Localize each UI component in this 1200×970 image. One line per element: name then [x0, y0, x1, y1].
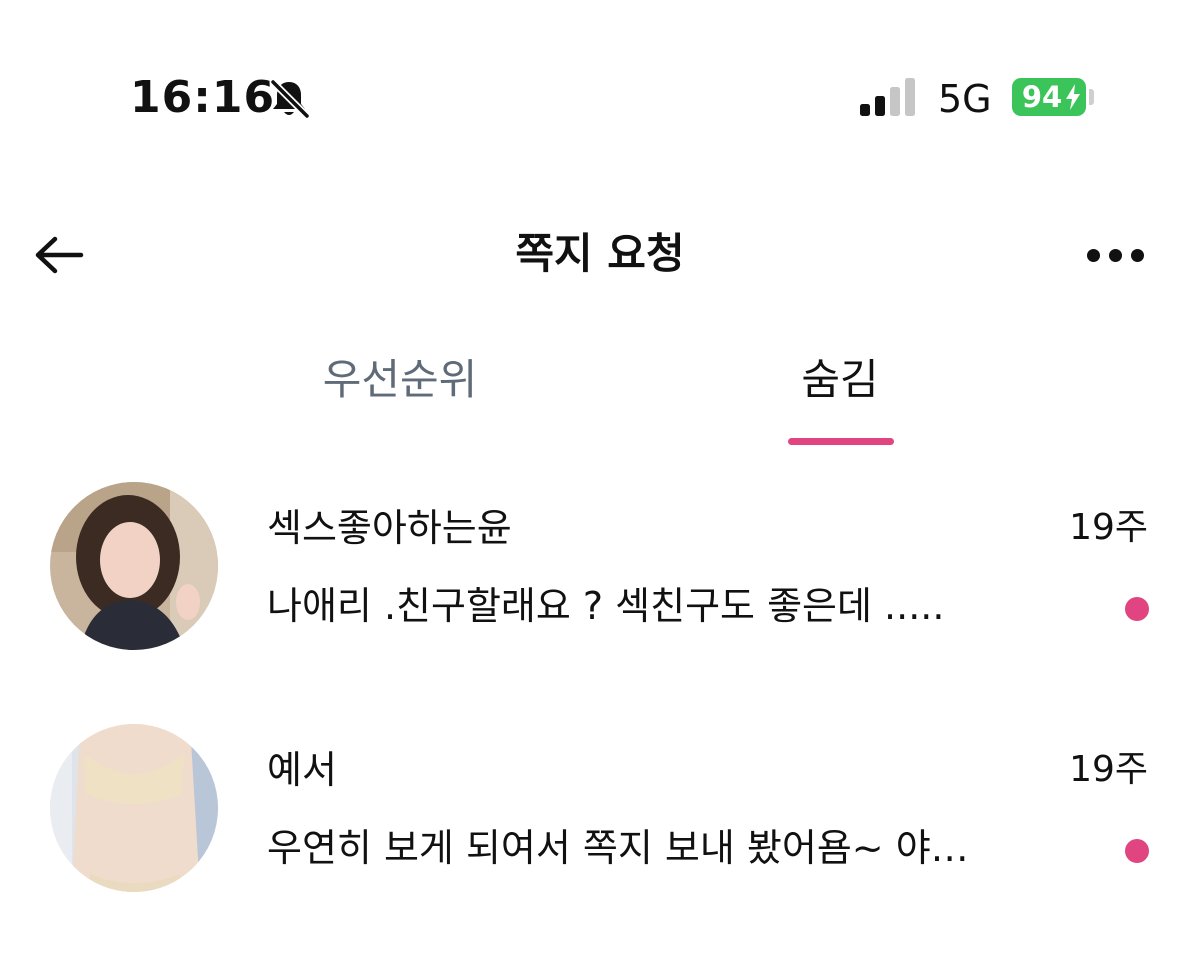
cellular-signal-icon	[860, 78, 915, 116]
ellipsis-icon	[1108, 248, 1122, 262]
ellipsis-icon	[1130, 248, 1144, 262]
battery-cap	[1089, 89, 1094, 105]
message-preview: 우연히 보게 되여서 쪽지 보내 봤어욤~ 야…	[267, 826, 969, 870]
list-item[interactable]: 섹스좋아하는윤 19주 나애리 .친구할래요 ? 섹친구도 좋은데 .....	[0, 480, 1200, 680]
sender-name: 섹스좋아하는윤	[267, 506, 512, 550]
bell-slash-icon	[269, 78, 311, 120]
message-preview: 나애리 .친구할래요 ? 섹친구도 좋은데 .....	[267, 584, 945, 628]
list-item[interactable]: 예서 19주 우연히 보게 되여서 쪽지 보내 봤어욤~ 야…	[0, 722, 1200, 922]
message-time: 19주	[1069, 749, 1148, 790]
network-type: 5G	[938, 77, 992, 121]
battery-level: 94	[1021, 80, 1063, 114]
ellipsis-icon	[1086, 248, 1100, 262]
header: 쪽지 요청	[0, 210, 1200, 300]
avatar-photo	[50, 724, 218, 892]
avatar[interactable]	[50, 724, 218, 892]
status-bar: 16:16 5G 94	[0, 0, 1200, 190]
battery-indicator: 94	[1012, 78, 1086, 116]
tab-label: 우선순위	[322, 355, 478, 404]
avatar[interactable]	[50, 482, 218, 650]
tab-bar: 우선순위 숨김	[0, 330, 1200, 460]
more-options-button[interactable]	[1080, 228, 1150, 282]
unread-indicator	[1125, 839, 1149, 863]
message-time: 19주	[1069, 507, 1148, 548]
tab-priority[interactable]: 우선순위	[240, 350, 560, 450]
sender-name: 예서	[267, 748, 337, 792]
status-time: 16:16	[130, 72, 276, 123]
tab-label: 숨김	[801, 355, 879, 404]
charging-bolt-icon	[1066, 84, 1080, 110]
tab-hidden[interactable]: 숨김	[680, 350, 1000, 450]
unread-indicator	[1125, 597, 1149, 621]
page-title: 쪽지 요청	[515, 229, 685, 278]
avatar-photo	[50, 482, 218, 650]
active-tab-indicator	[788, 438, 894, 445]
